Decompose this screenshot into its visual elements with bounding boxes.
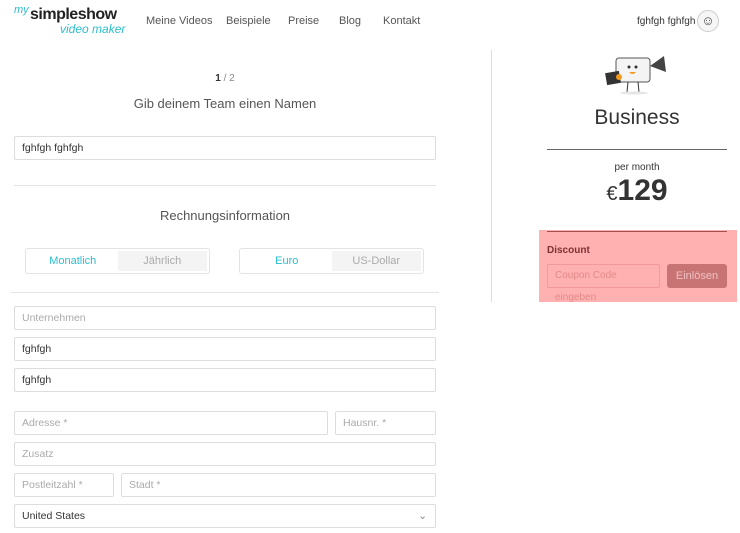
first-name-input[interactable]: fghfgh (14, 337, 436, 361)
billing-title: Rechnungsinformation (159, 208, 291, 223)
nav-kontakt[interactable]: Kontakt (383, 15, 420, 27)
price-currency: € (606, 183, 618, 205)
company-input[interactable]: Unternehmen (14, 306, 436, 330)
divider (547, 231, 727, 232)
nav-beispiele[interactable]: Beispiele (226, 15, 271, 27)
step-current: 1 (215, 73, 221, 84)
house-number-input[interactable]: Hausnr. * (335, 411, 436, 435)
country-select[interactable]: United States ⌄ (14, 504, 436, 528)
currency-usd[interactable]: US-Dollar (331, 251, 421, 271)
zip-input[interactable]: Postleitzahl * (14, 473, 114, 497)
plan-name: Business (594, 106, 680, 129)
chevron-down-icon: ⌄ (418, 510, 427, 522)
logo-sub: video maker (60, 22, 126, 36)
nav-meine-videos[interactable]: Meine Videos (146, 15, 212, 27)
country-value: United States (22, 510, 86, 522)
nav-preise[interactable]: Preise (288, 15, 319, 27)
divider (14, 185, 436, 186)
logo-my: my (14, 4, 29, 16)
redeem-button[interactable]: Einlösen (667, 264, 727, 288)
nav-blog[interactable]: Blog (339, 15, 361, 27)
column-divider (491, 50, 492, 302)
period-monthly[interactable]: Monatlich (28, 251, 118, 271)
period-yearly[interactable]: Jährlich (117, 251, 207, 271)
user-name[interactable]: fghfgh fghfgh (637, 16, 695, 27)
divider (11, 292, 439, 293)
avatar[interactable]: ☺ (697, 10, 719, 32)
discount-label: Discount (547, 245, 590, 256)
divider (547, 149, 727, 150)
city-input[interactable]: Stadt * (121, 473, 436, 497)
coupon-input[interactable]: Coupon Code eingeben (547, 264, 660, 303)
price-amount: 129 (617, 174, 668, 207)
currency-euro[interactable]: Euro (242, 251, 332, 271)
business-plan-illustration-icon (605, 56, 666, 95)
step-indicator: 1 / 2 (14, 73, 436, 84)
last-name-input[interactable]: fghfgh (14, 368, 436, 392)
plan-period: per month (614, 162, 660, 173)
team-title: Gib deinem Team einen Namen (133, 96, 317, 111)
address-input[interactable]: Adresse * (14, 411, 328, 435)
step-total: / 2 (223, 73, 235, 84)
address-extra-input[interactable]: Zusatz (14, 442, 436, 466)
currency-toggle: Euro US-Dollar (239, 248, 424, 274)
plan-price: €129 (547, 174, 727, 208)
team-name-input[interactable]: fghfgh fghfgh (14, 136, 436, 160)
period-toggle: Monatlich Jährlich (25, 248, 210, 274)
